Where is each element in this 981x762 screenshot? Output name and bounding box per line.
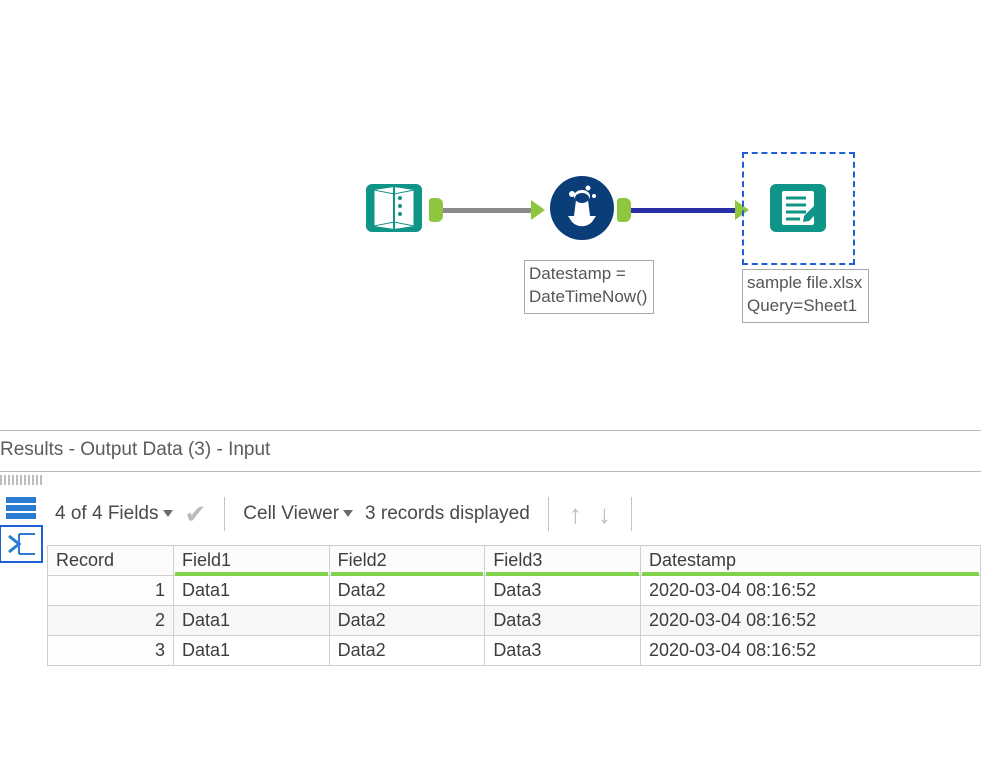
tab-data-icon[interactable] — [3, 529, 39, 559]
prev-record-icon[interactable]: ↑ — [567, 499, 584, 530]
table-row[interactable]: 2 Data1 Data2 Data3 2020-03-04 08:16:52 — [48, 606, 981, 636]
tab-metadata-icon[interactable] — [3, 493, 39, 523]
apply-check-icon[interactable]: ✔ — [185, 501, 207, 527]
output-data-icon — [764, 174, 832, 242]
cell: Data2 — [329, 606, 485, 636]
table-header-row: Record Field1 Field2 Field3 Datestamp — [48, 546, 981, 576]
table-row[interactable]: 1 Data1 Data2 Data3 2020-03-04 08:16:52 — [48, 576, 981, 606]
input-data-icon — [360, 174, 428, 242]
cell: Data1 — [174, 606, 330, 636]
separator — [224, 497, 225, 531]
cell-record: 2 — [48, 606, 174, 636]
caret-down-icon — [343, 510, 353, 517]
formula-icon — [548, 174, 616, 242]
separator — [548, 497, 549, 531]
workflow-canvas[interactable]: Datestamp = DateTimeNow() sample file.xl… — [0, 0, 981, 430]
connector-1[interactable] — [443, 208, 531, 213]
results-table[interactable]: Record Field1 Field2 Field3 Datestamp 1 … — [47, 545, 981, 666]
records-count-label: 3 records displayed — [365, 503, 530, 525]
cell: Data1 — [174, 576, 330, 606]
caret-down-icon — [163, 510, 173, 517]
results-title: Results - Output Data (3) - Input — [0, 431, 981, 472]
results-panel: Results - Output Data (3) - Input 4 of 4… — [0, 430, 981, 666]
col-field1[interactable]: Field1 — [174, 546, 330, 576]
output-anchor-2[interactable] — [617, 198, 631, 222]
col-datestamp[interactable]: Datestamp — [641, 546, 981, 576]
cell: Data3 — [485, 606, 641, 636]
col-field3[interactable]: Field3 — [485, 546, 641, 576]
cell: 2020-03-04 08:16:52 — [641, 606, 981, 636]
cell-viewer-dropdown[interactable]: Cell Viewer — [243, 503, 353, 525]
output-annotation[interactable]: sample file.xlsx Query=Sheet1 — [742, 269, 869, 323]
input-anchor-arrow[interactable] — [531, 200, 545, 220]
cell: 2020-03-04 08:16:52 — [641, 636, 981, 666]
table-row[interactable]: 3 Data1 Data2 Data3 2020-03-04 08:16:52 — [48, 636, 981, 666]
results-view-tabs — [0, 485, 41, 666]
col-field2[interactable]: Field2 — [329, 546, 485, 576]
next-record-icon[interactable]: ↓ — [596, 499, 613, 530]
cell: Data1 — [174, 636, 330, 666]
col-record[interactable]: Record — [48, 546, 174, 576]
cell: Data3 — [485, 576, 641, 606]
formula-annotation[interactable]: Datestamp = DateTimeNow() — [524, 260, 654, 314]
separator — [631, 497, 632, 531]
cell: Data3 — [485, 636, 641, 666]
output-anchor[interactable] — [429, 198, 443, 222]
fields-dropdown[interactable]: 4 of 4 Fields — [55, 503, 173, 525]
cell-record: 3 — [48, 636, 174, 666]
tool-formula[interactable] — [548, 174, 616, 242]
tool-input-data[interactable] — [360, 174, 428, 242]
connector-2[interactable] — [631, 208, 735, 213]
cell-record: 1 — [48, 576, 174, 606]
cell: Data2 — [329, 576, 485, 606]
cell: 2020-03-04 08:16:52 — [641, 576, 981, 606]
results-toolbar: 4 of 4 Fields ✔ Cell Viewer 3 records di… — [41, 493, 981, 545]
tool-output-data[interactable] — [764, 174, 832, 242]
panel-grip[interactable] — [0, 475, 42, 485]
cell: Data2 — [329, 636, 485, 666]
